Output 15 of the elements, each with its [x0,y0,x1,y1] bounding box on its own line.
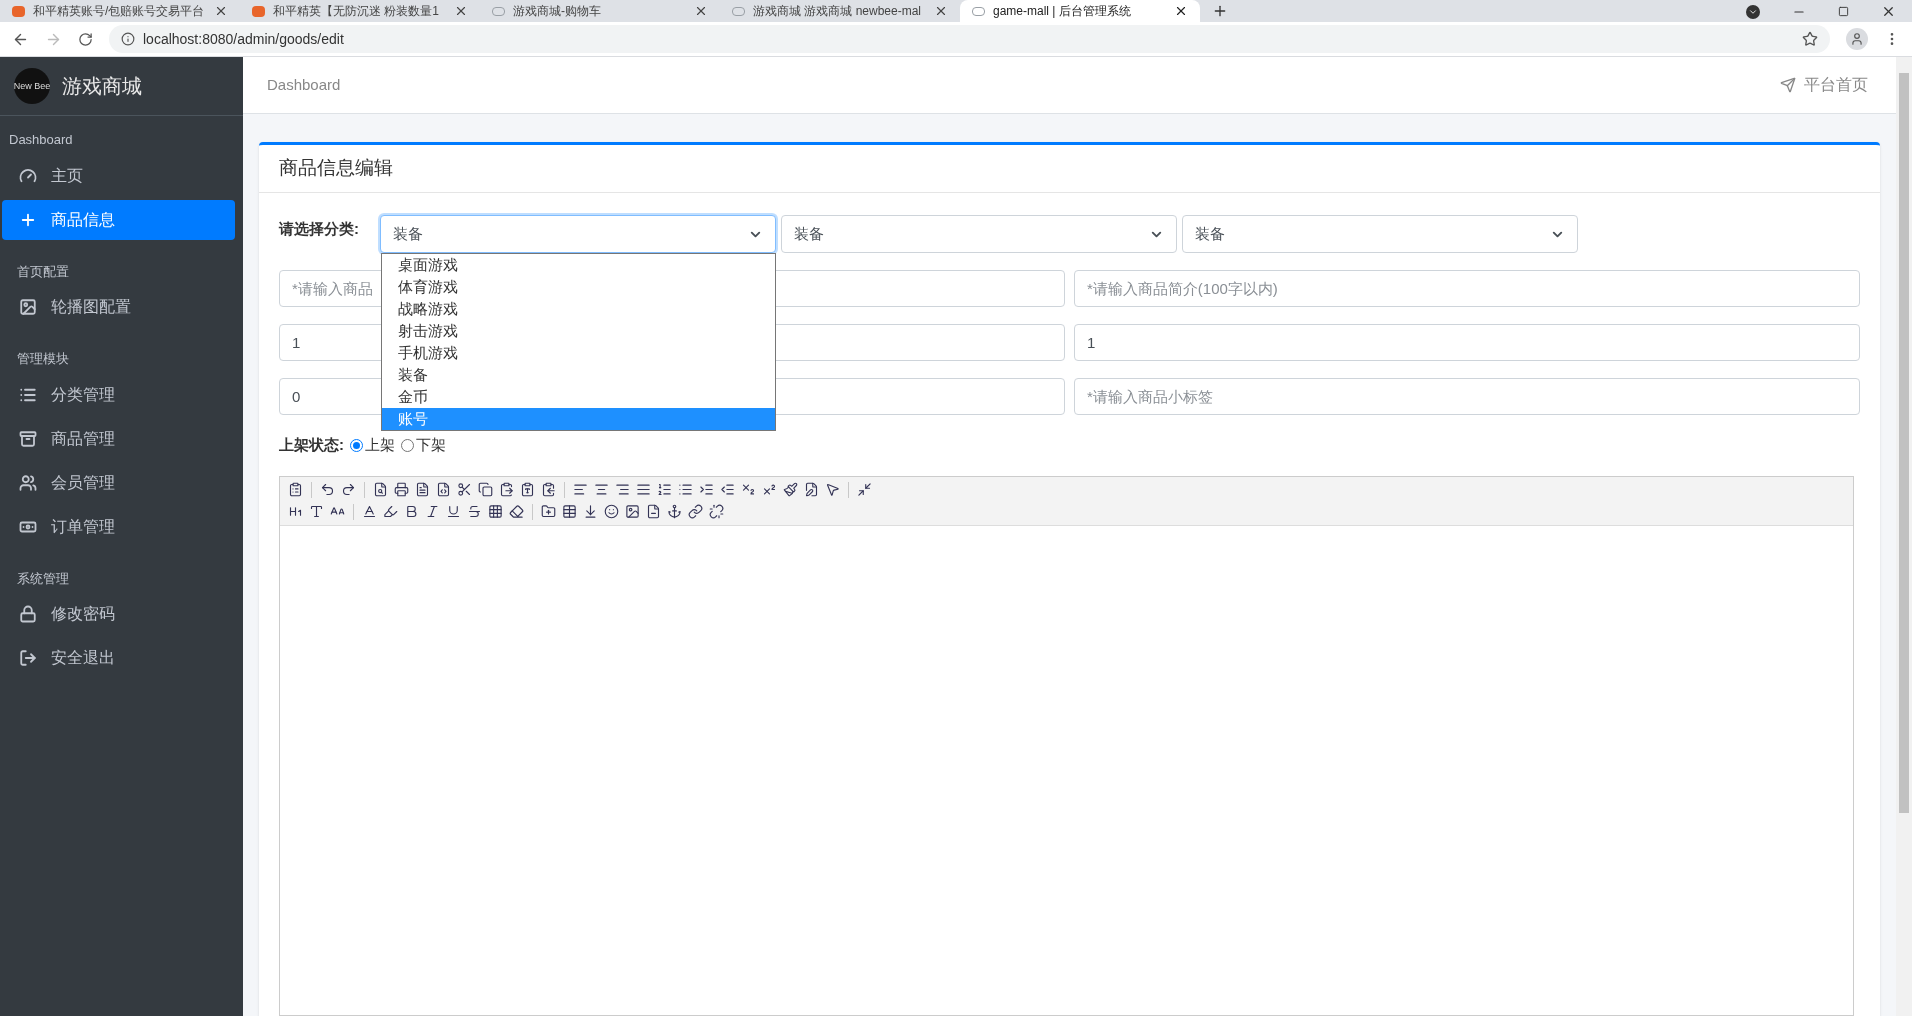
tab-title: 和平精英账号/包赔账号交易平台 [33,3,206,20]
logo: New Bee [14,68,50,104]
section-heading: 管理模块 [16,350,70,368]
card-title: 商品信息编辑 [279,156,393,181]
tab-title: 游戏商城 游戏商城 newbee-mal [753,3,923,20]
tab-title: 和平精英【无防沉迷 粉装数量1 [273,3,440,20]
status-label: 上架状态: [279,435,344,455]
url-text: localhost:8080/admin/goods/edit [143,29,344,49]
section-heading: 首页配置 [16,262,70,281]
category-label: 请选择分类: [279,219,360,239]
tab-title: game-mall | 后台管理系统 [993,3,1132,20]
tab-title: 游戏商城-购物车 [513,3,602,20]
section-heading: 系统管理 [16,569,70,588]
section-heading: Dashboard [8,131,74,149]
brand-name: 游戏商城 [62,74,142,99]
